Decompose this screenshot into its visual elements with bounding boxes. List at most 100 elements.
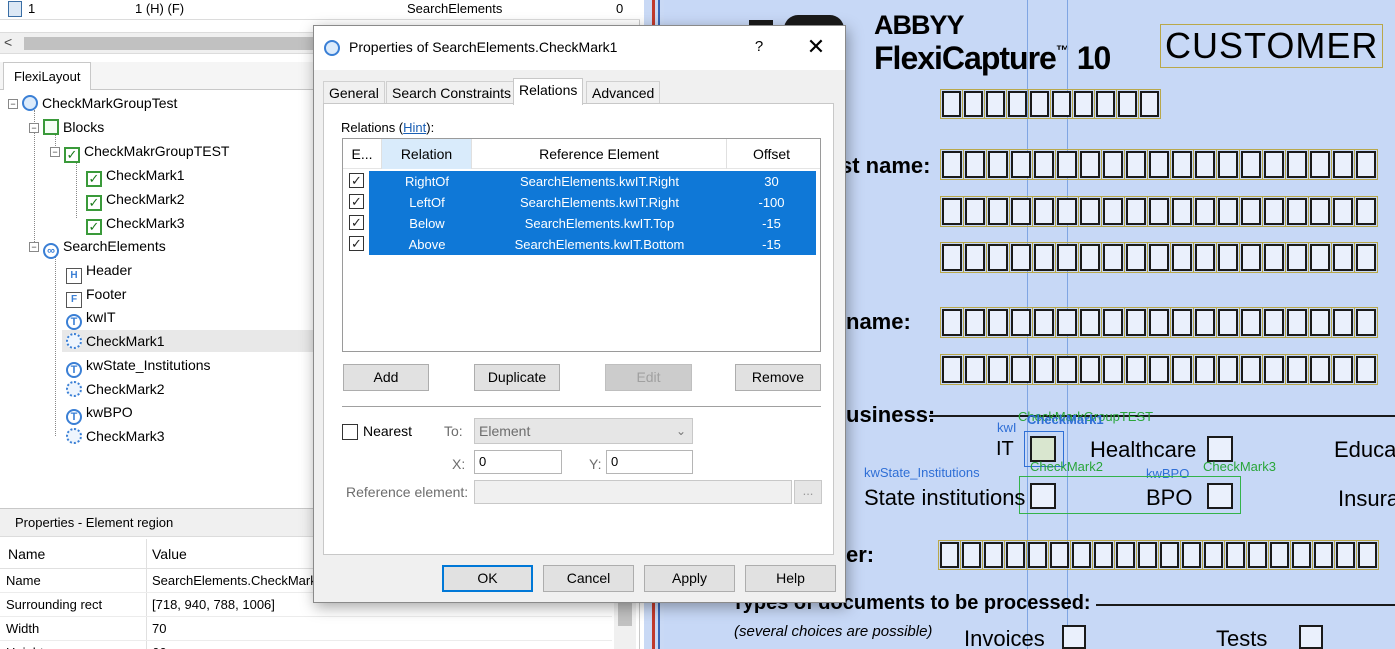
tree-node-checkmark3-block[interactable]: ✓ CheckMark3 xyxy=(86,212,185,235)
scroll-left-icon[interactable]: < xyxy=(4,34,12,50)
dialog-tabs: General Search Constraints Relations Adv… xyxy=(323,78,834,105)
relations-label: Relations (Hint): xyxy=(341,120,434,135)
col-name: Name xyxy=(8,546,46,562)
scrollbar-thumb[interactable] xyxy=(24,37,314,50)
tab-general[interactable]: General xyxy=(323,81,385,104)
section-line xyxy=(929,415,1395,417)
to-select[interactable]: Element ⌄ xyxy=(474,418,693,444)
help-icon[interactable]: ? xyxy=(747,38,771,55)
row-enabled-checkbox[interactable]: ✓ xyxy=(349,194,364,209)
tree-node-kwstate[interactable]: TkwState_Institutions xyxy=(66,354,211,378)
property-name: Height xyxy=(6,641,44,649)
collapse-icon[interactable]: − xyxy=(29,242,39,252)
tab-flexilayout[interactable]: FlexiLayout xyxy=(3,62,92,90)
property-row[interactable]: Width 70 xyxy=(0,617,612,641)
region-icon xyxy=(66,428,82,444)
col-offset[interactable]: Offset xyxy=(727,139,816,169)
char-boxes-row xyxy=(940,149,1378,180)
region-icon xyxy=(66,333,82,349)
row-count: 0 xyxy=(616,1,624,16)
apply-button[interactable]: Apply xyxy=(644,565,735,592)
reference-element-label: Reference element: xyxy=(346,484,469,500)
invoices-option: Invoices xyxy=(964,626,1045,649)
row-enabled-checkbox[interactable]: ✓ xyxy=(349,236,364,251)
customer-heading: CUSTOMER xyxy=(1160,24,1384,68)
table-row[interactable]: ✓ Above SearchElements.kwIT.Bottom -15 xyxy=(343,234,820,255)
duplicate-button[interactable]: Duplicate xyxy=(474,364,560,391)
blocks-icon xyxy=(43,119,59,135)
hint-link[interactable]: Hint xyxy=(403,120,426,135)
col-reference-element[interactable]: Reference Element xyxy=(472,139,727,169)
cancel-button[interactable]: Cancel xyxy=(543,565,634,592)
table-row[interactable]: ✓ RightOf SearchElements.kwIT.Right 30 xyxy=(343,171,820,192)
abbyy-logo: ABBYY xyxy=(874,10,965,40)
x-field[interactable]: 0 xyxy=(474,450,562,474)
tree-node-label: CheckMark3 xyxy=(106,215,185,231)
row-enabled-checkbox[interactable]: ✓ xyxy=(349,173,364,188)
tree-node-kwbpo[interactable]: TkwBPO xyxy=(66,401,133,425)
other-label: er: xyxy=(846,542,875,567)
collapse-icon[interactable]: − xyxy=(29,123,39,133)
checkmark-icon: ✓ xyxy=(86,195,102,211)
tree-node-footer[interactable]: F Footer xyxy=(66,283,126,308)
keyword-icon: T xyxy=(66,362,82,378)
tree-node-checkmark2-block[interactable]: ✓ CheckMark2 xyxy=(86,188,185,211)
region-icon xyxy=(66,381,82,397)
close-icon[interactable]: ✕ xyxy=(802,34,830,62)
dialog-titlebar[interactable]: Properties of SearchElements.CheckMark1 … xyxy=(314,26,845,70)
tree-node-label: SearchElements xyxy=(63,238,166,254)
y-label: Y: xyxy=(589,456,602,472)
help-button[interactable]: Help xyxy=(745,565,836,592)
table-row[interactable]: ✓ Below SearchElements.kwIT.Top -15 xyxy=(343,213,820,234)
add-button[interactable]: Add xyxy=(343,364,429,391)
offset-cell: -15 xyxy=(762,216,781,231)
tree-node-group[interactable]: − ✓ CheckMakrGroupTEST xyxy=(50,140,229,163)
property-value[interactable]: [718, 940, 788, 1006] xyxy=(152,593,275,617)
edit-button[interactable]: Edit xyxy=(605,364,692,391)
col-relation[interactable]: Relation xyxy=(382,139,472,169)
collapse-icon[interactable]: − xyxy=(50,147,60,157)
separator xyxy=(342,406,821,407)
tree-node-header[interactable]: H Header xyxy=(66,259,132,284)
property-value[interactable]: 66 xyxy=(152,641,166,649)
tree-node-checkmark3[interactable]: CheckMark3 xyxy=(66,425,165,447)
tree-node-label: CheckMark1 xyxy=(106,167,185,183)
tree-node-root[interactable]: − CheckMarkGroupTest xyxy=(8,92,177,114)
table-row[interactable]: ✓ LeftOf SearchElements.kwIT.Right -100 xyxy=(343,192,820,213)
collapse-icon[interactable]: − xyxy=(8,99,18,109)
relations-panel: Relations (Hint): E... Relation Referenc… xyxy=(323,103,834,555)
reference-cell: SearchElements.kwIT.Bottom xyxy=(514,237,685,252)
tree-line xyxy=(76,158,77,218)
relations-label-end: ): xyxy=(426,120,435,135)
property-row[interactable]: Height 66 xyxy=(0,641,612,649)
several-choices-note: (several choices are possible) xyxy=(734,623,933,640)
browse-button[interactable]: ... xyxy=(794,480,822,504)
property-value[interactable]: 70 xyxy=(152,617,166,641)
row-index: 1 (H) (F) xyxy=(135,1,185,16)
healthcare-option: Healthcare xyxy=(1090,437,1197,462)
tree-node-checkmark1-block[interactable]: ✓ CheckMark1 xyxy=(86,164,185,187)
tree-node-blocks[interactable]: − Blocks xyxy=(29,116,104,138)
tab-relations[interactable]: Relations xyxy=(513,78,584,105)
tree-node-checkmark2[interactable]: CheckMark2 xyxy=(66,378,165,400)
chevron-down-icon: ⌄ xyxy=(675,424,686,438)
tree-node-searchelements[interactable]: − ∞ SearchElements xyxy=(29,235,166,259)
property-value[interactable]: SearchElements.CheckMark1 xyxy=(152,569,314,593)
ok-button[interactable]: OK xyxy=(442,565,533,592)
reference-element-field[interactable] xyxy=(474,480,792,504)
relations-table[interactable]: E... Relation Reference Element Offset ✓… xyxy=(342,138,821,352)
document-list-row[interactable]: 1 1 (H) (F) SearchElements 0 xyxy=(0,0,640,20)
tree-node-kwit[interactable]: TkwIT xyxy=(66,306,116,330)
checkbox-bpo xyxy=(1207,483,1233,509)
col-enabled[interactable]: E... xyxy=(343,139,382,169)
layout-icon xyxy=(22,95,38,111)
tab-search-constraints[interactable]: Search Constraints xyxy=(386,81,518,104)
tab-advanced[interactable]: Advanced xyxy=(586,81,661,104)
property-name: Surrounding rect xyxy=(6,597,103,612)
tests-option: Tests xyxy=(1216,626,1268,649)
row-enabled-checkbox[interactable]: ✓ xyxy=(349,215,364,230)
y-field[interactable]: 0 xyxy=(606,450,693,474)
nearest-label[interactable]: Nearest xyxy=(363,423,412,439)
remove-button[interactable]: Remove xyxy=(735,364,821,391)
nearest-checkbox[interactable] xyxy=(342,424,358,440)
